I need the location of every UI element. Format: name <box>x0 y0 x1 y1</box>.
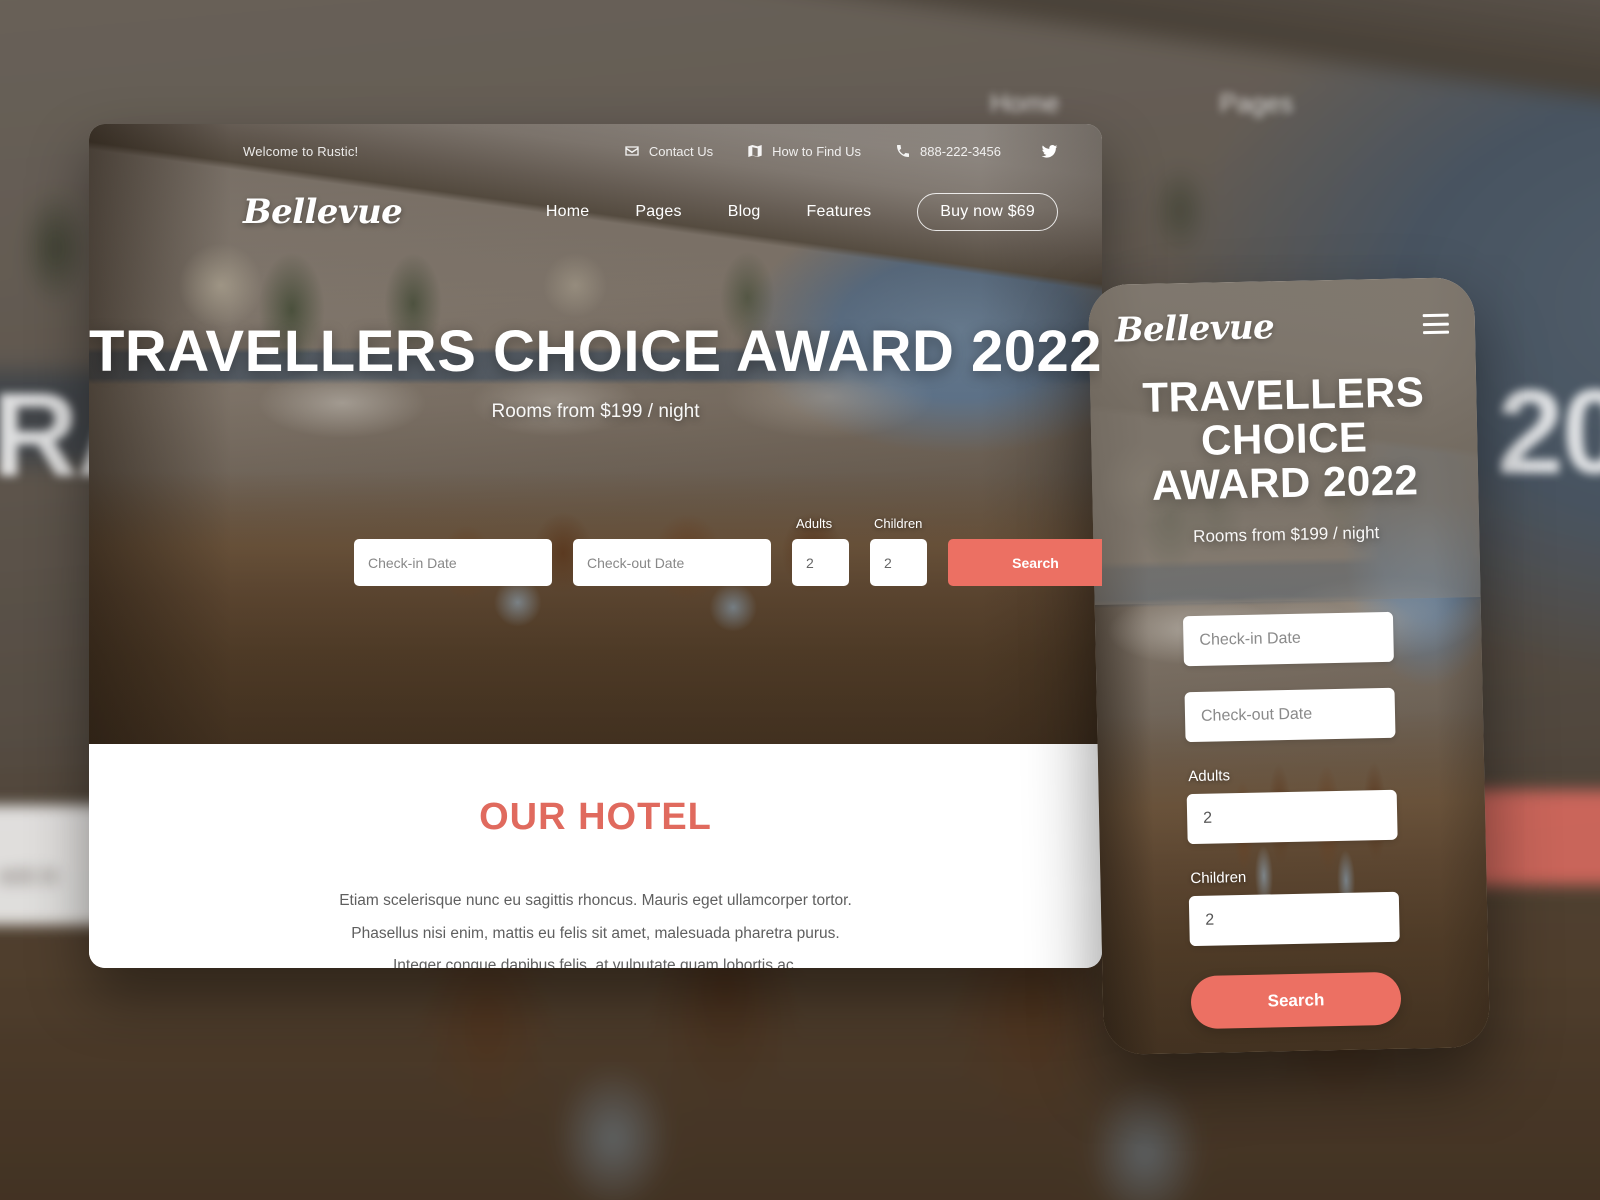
map-icon <box>747 143 763 159</box>
checkout-input[interactable]: Check-out Date <box>573 539 771 586</box>
desktop-preview-card: Welcome to Rustic! Contact Us How to Fin… <box>89 124 1102 968</box>
our-hotel-section: OUR HOTEL Etiam scelerisque nunc eu sagi… <box>89 744 1102 968</box>
paragraph-line-2: Phasellus nisi enim, mattis eu felis sit… <box>351 924 840 942</box>
adults-field: Adults 2 <box>792 516 849 586</box>
adults-label: Adults <box>796 516 833 531</box>
mobile-children-label: Children <box>1190 868 1247 888</box>
buy-now-button[interactable]: Buy now $69 <box>917 193 1058 231</box>
adults-input[interactable]: 2 <box>792 539 849 586</box>
nav-item-features[interactable]: Features <box>807 203 872 221</box>
nav-links: Home Pages Blog Features Buy now $69 <box>500 193 1058 231</box>
checkin-input[interactable]: Check-in Date <box>354 539 552 586</box>
our-hotel-paragraph: Etiam scelerisque nunc eu sagittis rhonc… <box>339 885 852 968</box>
children-label: Children <box>874 516 923 531</box>
desktop-hero-section: Welcome to Rustic! Contact Us How to Fin… <box>89 124 1102 744</box>
mobile-header: Bellevue <box>1088 299 1475 355</box>
phone-number-label: 888-222-3456 <box>920 143 1001 159</box>
mobile-hero-title: TRAVELLERS CHOICE AWARD 2022 <box>1104 368 1465 510</box>
background-ghost-text-right: 20 <box>1497 365 1600 499</box>
children-input[interactable]: 2 <box>870 539 927 586</box>
mail-icon <box>624 143 640 159</box>
contact-us-link[interactable]: Contact Us <box>624 143 713 159</box>
nav-item-blog[interactable]: Blog <box>728 203 761 221</box>
hamburger-bar-3 <box>1423 330 1450 335</box>
background-ghost-nav-home: Home <box>990 88 1060 118</box>
desktop-hero-text: TRAVELLERS CHOICE AWARD 2022 Rooms from … <box>89 319 1102 423</box>
desktop-booking-form: Check-in Date Check-out Date Adults 2 Ch… <box>354 516 1102 586</box>
how-to-find-us-link[interactable]: How to Find Us <box>747 143 861 159</box>
nav-item-home[interactable]: Home <box>546 203 589 221</box>
desktop-main-nav: Bellevue Home Pages Blog Features Buy no… <box>89 184 1102 240</box>
hamburger-bar-1 <box>1422 313 1449 318</box>
hamburger-icon[interactable] <box>1422 313 1450 335</box>
mobile-hero-text: TRAVELLERS CHOICE AWARD 2022 Rooms from … <box>1090 368 1480 549</box>
our-hotel-title: OUR HOTEL <box>479 796 712 838</box>
paragraph-line-1: Etiam scelerisque nunc eu sagittis rhonc… <box>339 892 852 909</box>
background-ghost-nav: Home Pages <box>990 88 1293 119</box>
mobile-preview-device: Bellevue TRAVELLERS CHOICE AWARD 2022 Ro… <box>1087 277 1491 1055</box>
mobile-adults-label: Adults <box>1188 767 1231 786</box>
children-field: Children 2 <box>870 516 927 586</box>
mobile-children-input[interactable]: 2 <box>1188 891 1400 947</box>
mobile-hero-title-line-3: AWARD 2022 <box>1151 456 1419 510</box>
phone-number-link[interactable]: 888-222-3456 <box>895 143 1001 159</box>
mobile-search-button[interactable]: Search <box>1190 971 1402 1030</box>
contact-us-label: Contact Us <box>648 143 714 159</box>
paragraph-line-3: Integer congue dapibus felis, at vulputa… <box>393 957 798 968</box>
hero-subtitle: Rooms from $199 / night <box>491 400 700 422</box>
mobile-adults-input[interactable]: 2 <box>1186 789 1398 845</box>
mobile-booking-form: Check-in Date Check-out Date Adults 2 Ch… <box>1095 610 1490 1031</box>
checkout-field: Check-out Date <box>573 539 771 586</box>
twitter-icon[interactable] <box>1041 143 1058 160</box>
checkin-field: Check-in Date <box>354 539 552 586</box>
mobile-hero-title-line-1: TRAVELLERS <box>1141 368 1425 422</box>
phone-icon <box>895 143 911 159</box>
hamburger-bar-2 <box>1422 322 1449 326</box>
mobile-checkin-input[interactable]: Check-in Date <box>1182 611 1394 667</box>
mobile-checkout-input[interactable]: Check-out Date <box>1184 687 1396 743</box>
site-logo[interactable]: Bellevue <box>243 192 403 232</box>
topbar-contacts: Contact Us How to Find Us 888-222-3456 <box>590 143 1058 160</box>
nav-item-pages[interactable]: Pages <box>635 203 681 221</box>
mobile-site-logo[interactable]: Bellevue <box>1115 307 1275 350</box>
desktop-topbar: Welcome to Rustic! Contact Us How to Fin… <box>89 134 1102 168</box>
how-to-find-us-label: How to Find Us <box>772 143 862 159</box>
welcome-message: Welcome to Rustic! <box>243 143 359 159</box>
hero-title: TRAVELLERS CHOICE AWARD 2022 <box>89 319 1102 384</box>
search-button[interactable]: Search <box>948 539 1102 586</box>
background-ghost-form-text: eck in <box>0 863 58 888</box>
background-ghost-nav-pages: Pages <box>1219 88 1294 118</box>
